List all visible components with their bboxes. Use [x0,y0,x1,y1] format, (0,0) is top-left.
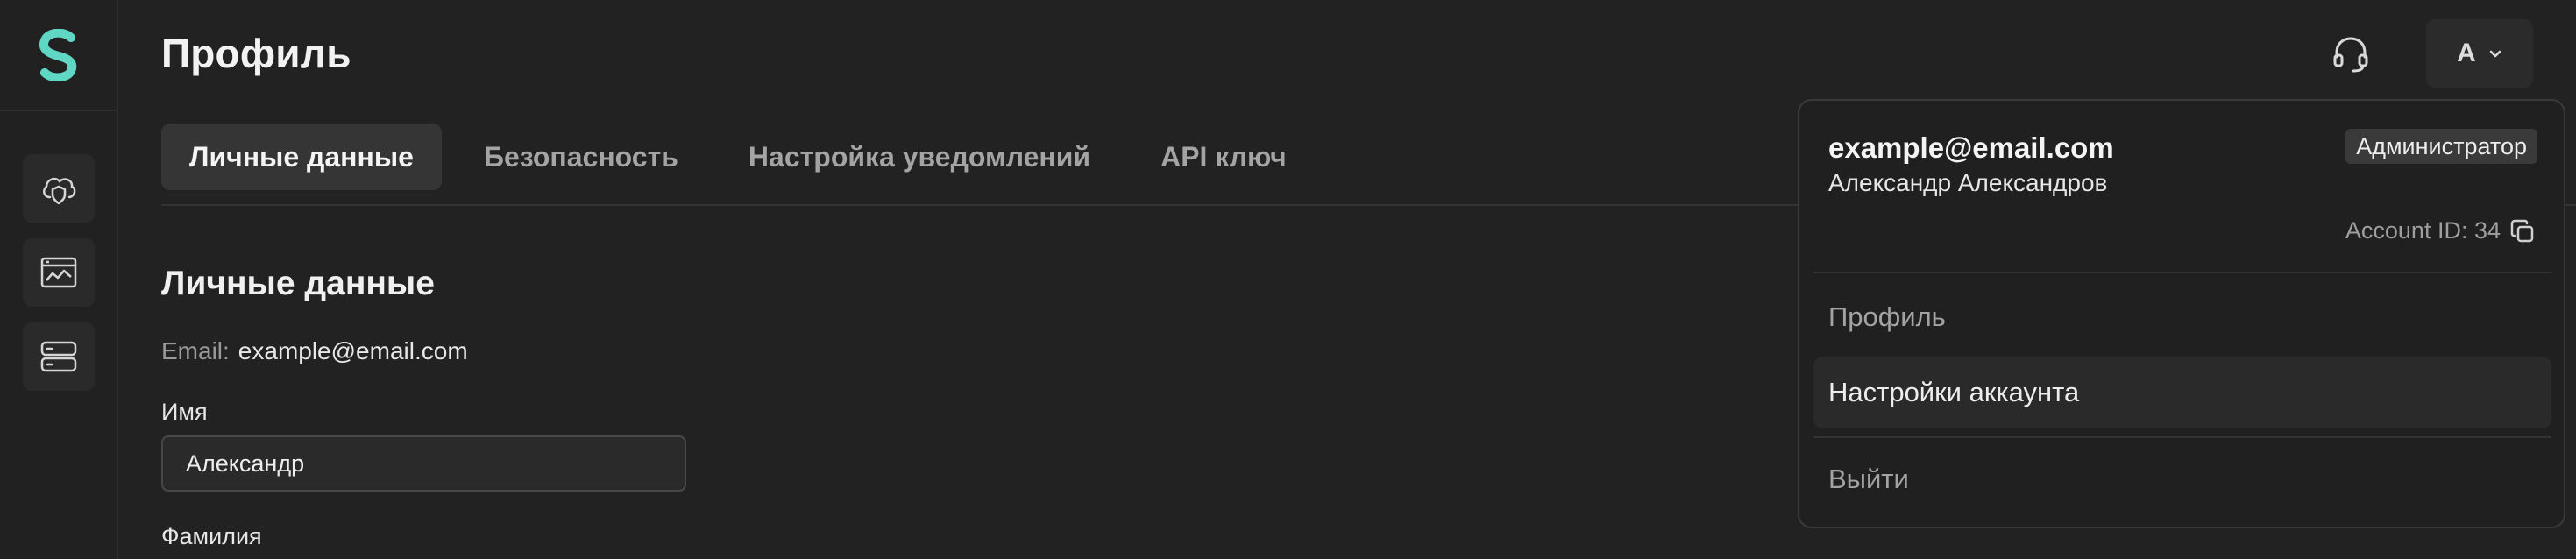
sidebar-item-cloud-security[interactable] [23,154,95,223]
dropdown-divider [1813,272,2551,273]
tab-api-key[interactable]: API ключ [1132,124,1315,190]
app-root: Профиль A Личные данные Безопасность Нас… [0,0,2576,559]
menu-item-logout[interactable]: Выйти [1813,443,2551,515]
account-dropdown: example@email.com Администратор Александ… [1798,99,2565,528]
first-name-label: Имя [161,399,208,425]
last-name-label: Фамилия [161,523,262,549]
email-row: Email: example@email.com [161,337,468,365]
page-title: Профиль [161,31,351,76]
account-id-text: Account ID: 34 [2345,217,2501,244]
cloud-shield-icon [42,177,76,205]
logo[interactable] [0,0,117,111]
sidebar [0,0,118,559]
server-icon [40,341,77,372]
sidebar-item-servers[interactable] [23,322,95,391]
support-button[interactable] [2323,26,2379,82]
dropdown-divider [1813,436,2551,438]
logo-s-icon [39,28,76,81]
first-name-input[interactable] [161,435,686,492]
dropdown-user-name: Александр Александров [1828,169,2108,196]
account-menu-button[interactable]: A [2426,19,2533,88]
section-title: Личные данные [161,265,435,302]
browser-chart-icon [40,257,77,288]
menu-item-account-settings[interactable]: Настройки аккаунта [1813,357,2551,428]
avatar: A [2457,39,2476,67]
chevron-down-icon [2489,50,2501,58]
sidebar-item-dashboard[interactable] [23,238,95,307]
email-value: example@email.com [238,337,468,364]
menu-item-profile[interactable]: Профиль [1813,281,2551,353]
dropdown-email: example@email.com [1828,131,2114,164]
tab-personal-data[interactable]: Личные данные [161,124,442,190]
email-label: Email: [161,337,230,364]
tab-notification-settings[interactable]: Настройка уведомлений [720,124,1118,190]
tab-security[interactable]: Безопасность [456,124,706,190]
headset-icon [2333,37,2368,73]
role-badge: Администратор [2345,129,2537,164]
profile-tabs: Личные данные Безопасность Настройка уве… [161,124,1329,190]
copy-icon[interactable] [2509,218,2536,244]
account-id-row: Account ID: 34 [2345,217,2536,244]
